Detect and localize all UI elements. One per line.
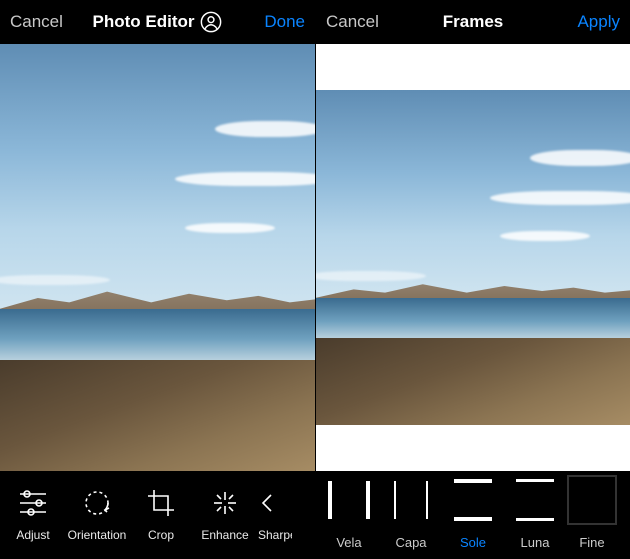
tool-orientation[interactable]: Orientation (66, 486, 128, 542)
frames-panel: Cancel Frames Apply (315, 0, 630, 559)
frame-label: Sole (460, 535, 486, 550)
frame-option-capa[interactable]: Capa (380, 475, 442, 550)
cancel-button[interactable]: Cancel (10, 12, 63, 31)
framed-photo (316, 44, 630, 471)
frame-thumb (448, 475, 498, 525)
editor-canvas[interactable] (0, 44, 315, 471)
editor-title: Photo Editor (93, 12, 195, 32)
frame-bottom (316, 425, 630, 471)
frame-label: Luna (521, 535, 550, 550)
apply-button[interactable]: Apply (577, 12, 620, 31)
frame-thumb (324, 475, 374, 525)
tool-label: Adjust (16, 528, 49, 542)
frame-label: Capa (395, 535, 426, 550)
frame-option-vela[interactable]: Vela (318, 475, 380, 550)
rotate-icon (80, 486, 114, 520)
done-button[interactable]: Done (264, 12, 305, 31)
frame-label: Fine (579, 535, 604, 550)
frame-top (316, 44, 630, 90)
chevron-left-icon (258, 486, 276, 520)
frame-label: Vela (336, 535, 361, 550)
frames-header: Cancel Frames Apply (316, 0, 630, 44)
sliders-icon (16, 486, 50, 520)
frame-option-luna[interactable]: Luna (504, 475, 566, 550)
wand-icon (208, 486, 242, 520)
frames-options: Vela Capa Sole Luna Fine (316, 471, 630, 559)
tool-label: Sharpen (258, 528, 292, 542)
tool-adjust[interactable]: Adjust (2, 486, 64, 542)
frames-canvas[interactable] (316, 44, 630, 471)
crop-icon (144, 486, 178, 520)
tool-label: Crop (148, 528, 174, 542)
editor-toolbar: Adjust Orientation Crop Enhance (0, 471, 315, 559)
frame-thumb (510, 475, 560, 525)
tool-label: Orientation (68, 528, 127, 542)
photo-preview (0, 44, 315, 471)
frame-option-fine[interactable]: Fine (566, 475, 618, 550)
editor-panel: Cancel Photo Editor Done (0, 0, 315, 559)
editor-header: Cancel Photo Editor Done (0, 0, 315, 44)
frame-thumb (567, 475, 617, 525)
cancel-button[interactable]: Cancel (326, 12, 379, 31)
tool-crop[interactable]: Crop (130, 486, 192, 542)
tool-label: Enhance (201, 528, 248, 542)
profile-icon[interactable] (200, 11, 222, 33)
frame-option-sole[interactable]: Sole (442, 475, 504, 550)
tool-enhance[interactable]: Enhance (194, 486, 256, 542)
tool-sharpen[interactable]: Sharpen (258, 486, 292, 542)
frames-title: Frames (443, 12, 503, 32)
frame-thumb (386, 475, 436, 525)
